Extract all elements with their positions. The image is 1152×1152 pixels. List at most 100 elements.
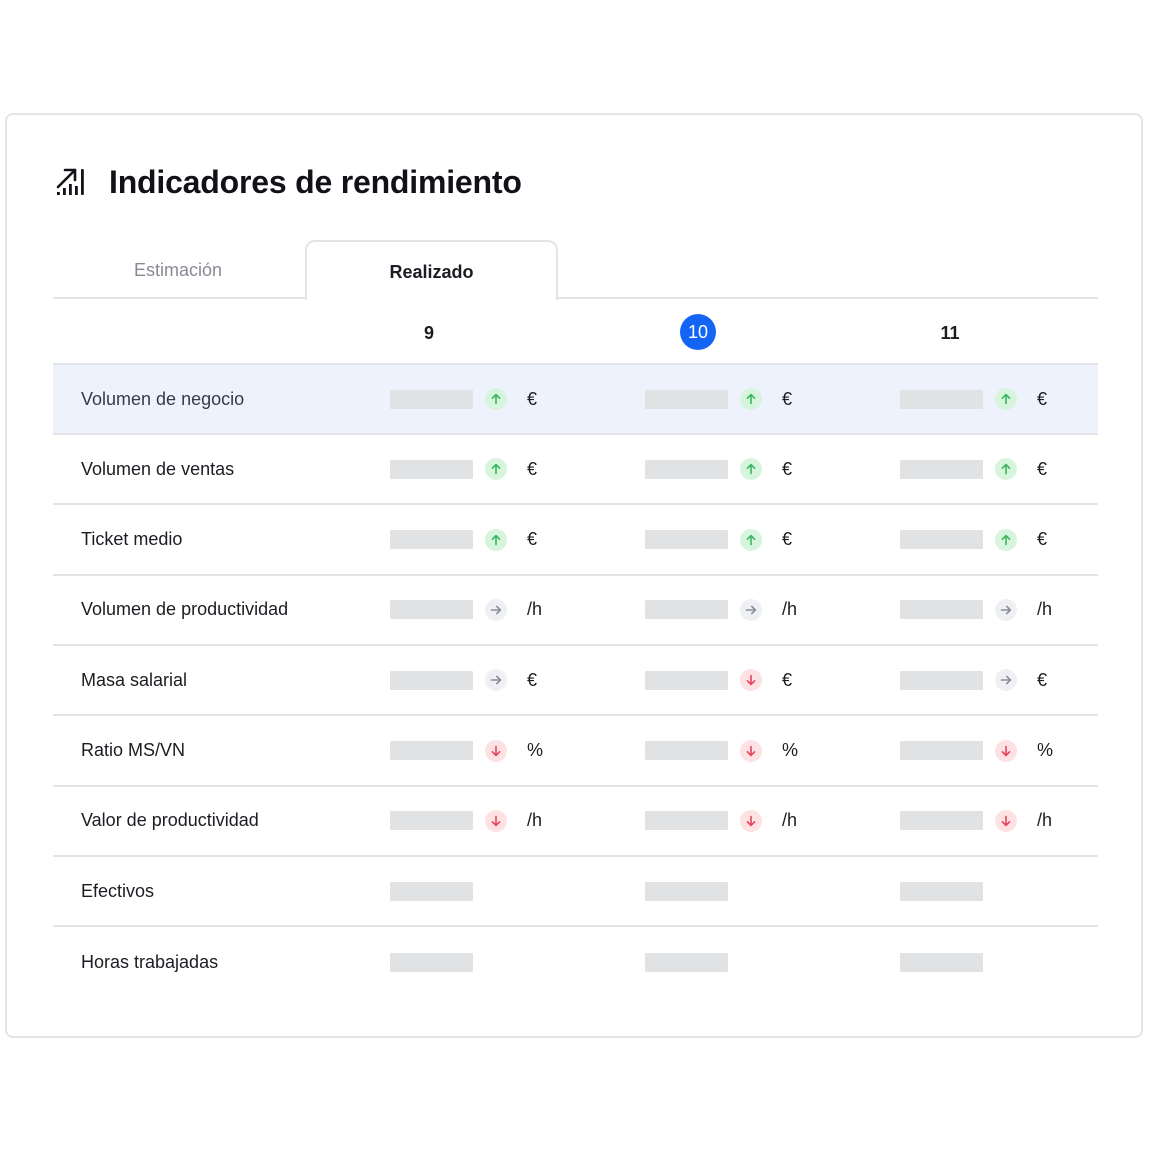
value-placeholder <box>900 741 983 760</box>
value-cell-col-9: € <box>390 365 551 433</box>
table-row[interactable]: Masa salarial € € € <box>53 646 1098 717</box>
value-placeholder <box>390 389 473 409</box>
value-placeholder <box>390 459 473 479</box>
table-row[interactable]: Volumen de productividad/h/h/h <box>53 576 1098 646</box>
unit-label: € <box>1037 669 1048 690</box>
value-cell-col-11: % <box>900 717 1061 785</box>
value-cell-col-10: % <box>645 717 806 785</box>
unit-label: /h <box>1037 810 1053 831</box>
arrow-right-icon <box>995 669 1017 692</box>
value-cell-col-10: € <box>645 646 806 714</box>
value-placeholder <box>900 670 983 690</box>
value-placeholder <box>645 600 728 620</box>
unit-label: /h <box>782 599 798 620</box>
arrow-up-icon <box>485 388 507 410</box>
table-row[interactable]: Ratio MS/VN%%% <box>53 717 1098 787</box>
table-row[interactable]: Volumen de negocio € € € <box>53 365 1098 435</box>
arrow-right-icon <box>485 669 507 692</box>
unit-label: € <box>527 669 538 690</box>
unit-label: € <box>1037 529 1048 550</box>
unit-label: % <box>1037 740 1054 760</box>
value-cell-col-11 <box>900 857 983 925</box>
tab-estimacion[interactable]: Estimación <box>53 241 303 299</box>
table-row[interactable]: Efectivos <box>53 857 1098 928</box>
value-placeholder <box>645 670 728 690</box>
unit-label: € <box>782 388 793 409</box>
arrow-up-icon <box>740 458 762 481</box>
column-header-9[interactable]: 9 <box>409 313 449 353</box>
arrow-down-icon <box>485 809 507 832</box>
unit-label: € <box>1037 388 1048 409</box>
row-label: Volumen de productividad <box>81 599 289 620</box>
value-cell-col-10: € <box>645 506 806 574</box>
value-placeholder <box>900 389 983 409</box>
value-placeholder <box>390 811 473 831</box>
value-placeholder <box>645 530 728 550</box>
value-cell-col-9 <box>390 927 473 997</box>
arrow-right-icon <box>485 598 507 621</box>
column-header-10-selected[interactable]: 10 <box>680 314 716 350</box>
value-placeholder <box>390 952 473 972</box>
row-label: Masa salarial <box>81 669 188 690</box>
value-cell-col-11: /h <box>900 576 1061 644</box>
arrow-up-icon <box>740 528 762 551</box>
value-cell-col-9: /h <box>390 576 551 644</box>
value-cell-col-9: % <box>390 717 551 785</box>
value-cell-col-9 <box>390 857 473 925</box>
arrow-down-icon <box>740 809 762 832</box>
value-placeholder <box>390 670 473 690</box>
value-placeholder <box>390 530 473 550</box>
arrow-up-icon <box>485 458 507 481</box>
arrow-down-icon <box>485 739 507 762</box>
performance-chart-icon <box>56 168 84 195</box>
unit-label: € <box>527 458 538 479</box>
column-header-11[interactable]: 11 <box>930 313 970 353</box>
arrow-down-icon <box>995 739 1017 762</box>
value-placeholder <box>645 952 728 972</box>
row-label: Valor de productividad <box>81 810 259 831</box>
value-placeholder <box>900 811 983 831</box>
value-cell-col-10: /h <box>645 576 806 644</box>
value-placeholder <box>900 952 983 972</box>
value-placeholder <box>390 600 473 620</box>
arrow-down-icon <box>740 739 762 762</box>
unit-label: % <box>782 740 799 760</box>
value-cell-col-11: € <box>900 365 1061 433</box>
value-placeholder <box>390 741 473 760</box>
unit-label: € <box>527 388 538 409</box>
table-row[interactable]: Ticket medio € € € <box>53 506 1098 576</box>
table-row[interactable]: Valor de productividad/h/h/h <box>53 787 1098 857</box>
value-cell-col-10: /h <box>645 787 806 855</box>
unit-label: /h <box>527 810 543 831</box>
value-placeholder <box>645 811 728 831</box>
arrow-right-icon <box>740 598 762 621</box>
row-label: Efectivos <box>81 880 155 901</box>
value-cell-col-10: € <box>645 435 806 503</box>
table-row[interactable]: Horas trabajadas <box>53 927 1098 997</box>
value-placeholder <box>900 459 983 479</box>
unit-label: € <box>1037 458 1048 479</box>
unit-label: /h <box>527 599 543 620</box>
value-placeholder <box>645 459 728 479</box>
row-label: Ticket medio <box>81 529 183 550</box>
unit-label: /h <box>1037 599 1053 620</box>
value-placeholder <box>390 881 473 901</box>
row-label: Ratio MS/VN <box>81 740 186 760</box>
arrow-right-icon <box>995 598 1017 621</box>
unit-label: € <box>527 529 538 550</box>
value-cell-col-9: € <box>390 506 551 574</box>
arrow-up-icon <box>485 528 507 551</box>
unit-label: € <box>782 529 793 550</box>
arrow-down-icon <box>740 669 762 692</box>
table-row[interactable]: Volumen de ventas € € € <box>53 435 1098 506</box>
unit-label: € <box>782 669 793 690</box>
value-placeholder <box>900 881 983 901</box>
row-label: Volumen de negocio <box>81 388 245 409</box>
value-placeholder <box>645 741 728 760</box>
unit-label: € <box>782 458 793 479</box>
value-cell-col-9: € <box>390 646 551 714</box>
card-header: Indicadores de rendimiento <box>55 160 522 204</box>
tab-realizado[interactable]: Realizado <box>305 240 558 300</box>
arrow-up-icon <box>995 458 1017 481</box>
unit-label: % <box>527 740 544 760</box>
